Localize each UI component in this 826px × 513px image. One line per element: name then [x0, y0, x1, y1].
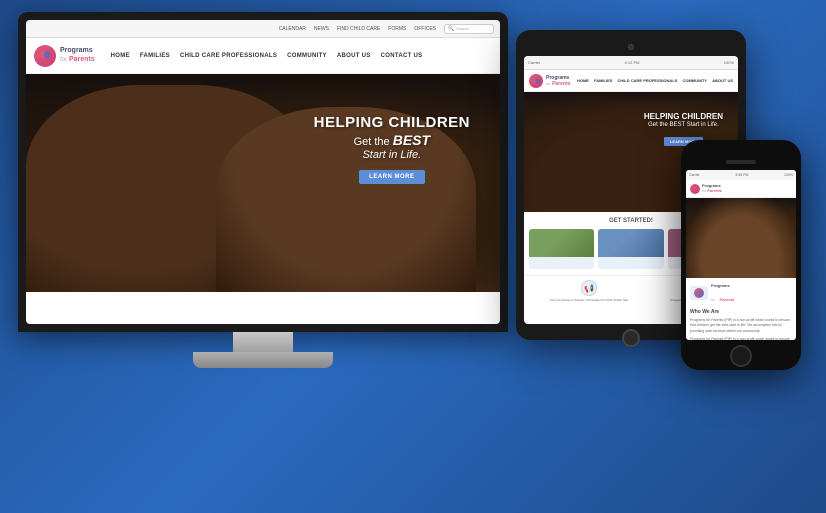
desktop-monitor: CALENDAR NEWS FIND CHILD CARE FORMS OFFI… — [18, 12, 508, 367]
topbar-forms[interactable]: FORMS — [388, 26, 406, 32]
tablet-hero-headline: HELPING CHILDREN Get the BEST Start in L… — [644, 112, 723, 130]
tablet-camera — [628, 44, 634, 50]
tablet-logo-parents: Parents — [552, 81, 570, 87]
phone-time: 3:55 PM — [735, 173, 748, 177]
phone-logo-parents: Parents — [707, 188, 722, 193]
tablet-card-photo-2 — [598, 229, 663, 257]
phone-device: Carrier 3:55 PM 100% Programs for Parent… — [681, 140, 801, 370]
desktop-navbar: Programs for Parents HOME FAMILIES CHILD… — [26, 38, 500, 74]
search-placeholder: Search — [456, 26, 469, 31]
phone-content-parents: Parents — [720, 297, 735, 302]
monitor-neck — [233, 332, 293, 352]
phone-navbar: Programs for Parents — [686, 180, 796, 198]
phone-logo-badge — [690, 286, 708, 300]
tablet-nav-items: HOME FAMILIES CHILD CARE PROFESSIONALS C… — [577, 78, 733, 83]
tablet-statusbar: Carrier 4:12 PM 100% — [524, 56, 738, 70]
search-icon: 🔍 — [448, 26, 454, 32]
phone-screen: Carrier 3:55 PM 100% Programs for Parent… — [686, 170, 796, 340]
tablet-card-photo-1 — [529, 229, 594, 257]
phone-logo-badge-inner — [694, 288, 704, 298]
phone-content: Programs for Parents Who We Are Programs… — [686, 278, 796, 340]
phone-section-title: Who We Are — [690, 309, 792, 315]
hero-headline: HELPING CHILDREN Get the BEST Start in L… — [314, 114, 470, 162]
phone-content-text: Programs for Parents (PfP) is a non-prof… — [690, 318, 792, 334]
phone-statusbar: Carrier 3:55 PM 100% — [686, 170, 796, 180]
phone-speaker — [726, 160, 756, 164]
nav-aboutus[interactable]: ABOUT US — [337, 53, 371, 59]
tablet-nav-childcare[interactable]: CHILD CARE PROFESSIONALS — [617, 78, 677, 83]
tablet-card-label-2 — [598, 257, 663, 261]
hero-line3: Start in Life. — [314, 149, 470, 162]
phone-frame: Carrier 3:55 PM 100% Programs for Parent… — [681, 140, 801, 370]
tablet-card-2 — [598, 229, 663, 269]
tablet-icon-label-1: Use Our Home or Partner of Programs for … — [550, 298, 628, 302]
tablet-logo-text: Programs for Parents — [546, 75, 570, 87]
topbar-offices[interactable]: OFFICES — [414, 26, 436, 32]
desktop-topbar: CALENDAR NEWS FIND CHILD CARE FORMS OFFI… — [26, 20, 500, 38]
tablet-home-button[interactable] — [622, 329, 640, 347]
topbar-items: CALENDAR NEWS FIND CHILD CARE FORMS OFFI… — [279, 26, 436, 32]
announcement-icon: 📢 — [581, 280, 597, 296]
nav-contactus[interactable]: CONTACT US — [381, 53, 423, 59]
hero-text: HELPING CHILDREN Get the BEST Start in L… — [314, 114, 470, 184]
monitor-screen: CALENDAR NEWS FIND CHILD CARE FORMS OFFI… — [26, 20, 500, 324]
phone-carrier: Carrier — [689, 173, 700, 177]
tablet-logo-for: for — [546, 81, 551, 86]
desktop-nav-items: HOME FAMILIES CHILD CARE PROFESSIONALS C… — [111, 53, 423, 59]
tablet-nav-families[interactable]: FAMILIES — [594, 78, 612, 83]
phone-content-text2: Programs for Parents (PfP) is a non-prof… — [690, 337, 792, 340]
phone-logo-text: Programs for Parents — [702, 184, 722, 194]
tablet-time: 4:12 PM — [625, 60, 640, 65]
tablet-nav-aboutus[interactable]: ABOUT US — [712, 78, 733, 83]
tablet-carrier: Carrier — [528, 60, 540, 65]
logo-icon — [34, 45, 56, 67]
hero-line2: Get the BEST — [314, 132, 470, 149]
nav-home[interactable]: HOME — [111, 53, 130, 59]
nav-childcare[interactable]: CHILD CARE PROFESSIONALS — [180, 53, 277, 59]
topbar-news[interactable]: NEWS — [314, 26, 329, 32]
logo-programs: Programs — [60, 47, 93, 54]
monitor-base — [193, 352, 333, 368]
topbar-findchildcare[interactable]: FIND CHILD CARE — [337, 26, 380, 32]
hero-learn-more-button[interactable]: LEARN MORE — [359, 170, 424, 184]
desktop-logo: Programs for Parents — [34, 45, 95, 67]
tablet-nav-home[interactable]: HOME — [577, 78, 589, 83]
search-box[interactable]: 🔍 Search — [444, 24, 494, 34]
nav-families[interactable]: FAMILIES — [140, 53, 170, 59]
monitor-frame: CALENDAR NEWS FIND CHILD CARE FORMS OFFI… — [18, 12, 508, 332]
logo-parents: Parents — [69, 56, 95, 63]
logo-for: for — [60, 57, 67, 63]
tablet-card-label-1 — [529, 257, 594, 261]
phone-home-button[interactable] — [730, 345, 752, 367]
phone-hero-person — [686, 198, 796, 278]
tablet-card-1 — [529, 229, 594, 269]
phone-content-for: for — [711, 298, 715, 302]
phone-logo-icon — [690, 184, 700, 194]
hero-line1: HELPING CHILDREN — [314, 114, 470, 132]
topbar-calendar[interactable]: CALENDAR — [279, 26, 306, 32]
tablet-nav-community[interactable]: COMMUNITY — [682, 78, 707, 83]
tablet-battery: 100% — [724, 60, 734, 65]
phone-hero — [686, 198, 796, 278]
logo-text-block: Programs for Parents — [60, 46, 95, 65]
nav-community[interactable]: COMMUNITY — [287, 53, 327, 59]
phone-battery: 100% — [784, 173, 793, 177]
desktop-hero: HELPING CHILDREN Get the BEST Start in L… — [26, 74, 500, 292]
tablet-navbar: Programs for Parents HOME FAMILIES CHILD… — [524, 70, 738, 92]
tablet-logo-icon — [529, 74, 543, 88]
tablet-icon-announcement[interactable]: 📢 Use Our Home or Partner of Programs fo… — [550, 280, 628, 302]
phone-logo-for: for — [702, 189, 706, 193]
